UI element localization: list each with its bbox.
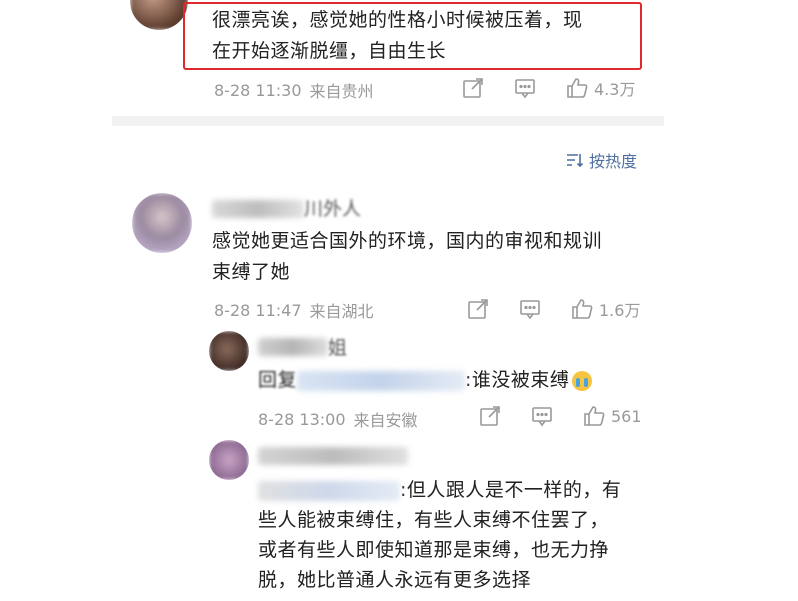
location: 来自湖北 (309, 302, 374, 321)
crying-emoji-icon (572, 370, 593, 391)
comment-text: 很漂亮诶，感觉她的性格小时候被压着，现 在开始逐渐脱缰，自由生长 (212, 9, 583, 62)
section-divider (112, 116, 664, 126)
location: 来自安徽 (353, 411, 418, 430)
username-blurred[interactable] (258, 447, 408, 465)
timestamp: 8-28 13:00 (258, 409, 346, 429)
comment-meta: 8-28 13:00 来自安徽 (258, 407, 418, 431)
like-icon[interactable] (566, 77, 588, 99)
reply-prefix: 回复 (258, 369, 298, 391)
username-tail[interactable]: 川外人 (304, 194, 361, 221)
reply-text: 回复 :谁没被束缚 (258, 365, 593, 396)
location: 来自贵州 (309, 82, 374, 101)
comment-icon[interactable] (531, 405, 553, 427)
like-count: 561 (611, 406, 642, 426)
share-icon[interactable] (462, 77, 484, 99)
share-icon[interactable] (479, 405, 501, 427)
timestamp: 8-28 11:30 (214, 80, 302, 100)
comment-actions: 1.6万 (467, 297, 640, 321)
comment-icon[interactable] (519, 298, 541, 320)
like-icon[interactable] (571, 298, 593, 320)
mention-blurred[interactable] (297, 370, 466, 391)
sort-icon (567, 154, 584, 168)
sort-by-hot-button[interactable]: 按热度 (566, 148, 637, 172)
comment-actions: 561 (479, 405, 642, 427)
username-tail[interactable]: 姐 (328, 333, 347, 360)
comment-actions: 4.3万 (462, 76, 635, 100)
mention-blurred[interactable] (258, 480, 400, 501)
sort-label: 按热度 (589, 152, 638, 171)
reply-body: :谁没被束缚 (465, 369, 570, 391)
share-icon[interactable] (467, 298, 489, 320)
like-icon[interactable] (583, 405, 605, 427)
avatar[interactable] (209, 440, 249, 480)
timestamp: 8-28 11:47 (214, 300, 302, 320)
like-count: 1.6万 (599, 301, 641, 320)
avatar[interactable] (130, 0, 188, 30)
reply-text: :但人跟人是不一样的，有 些人能被束缚住，有些人束缚不住罢了， 或者有些人即使知… (258, 479, 622, 591)
comment-meta: 8-28 11:30 来自贵州 (214, 78, 374, 102)
comment-text: 感觉她更适合国外的环境，国内的审视和规训 束缚了她 (212, 230, 603, 283)
avatar[interactable] (209, 331, 249, 371)
comment-meta: 8-28 11:47 来自湖北 (214, 298, 374, 322)
avatar[interactable] (132, 193, 192, 253)
username-blurred[interactable] (212, 200, 304, 218)
comment-icon[interactable] (514, 77, 536, 99)
like-count: 4.3万 (594, 80, 636, 99)
username-blurred[interactable] (258, 338, 328, 356)
